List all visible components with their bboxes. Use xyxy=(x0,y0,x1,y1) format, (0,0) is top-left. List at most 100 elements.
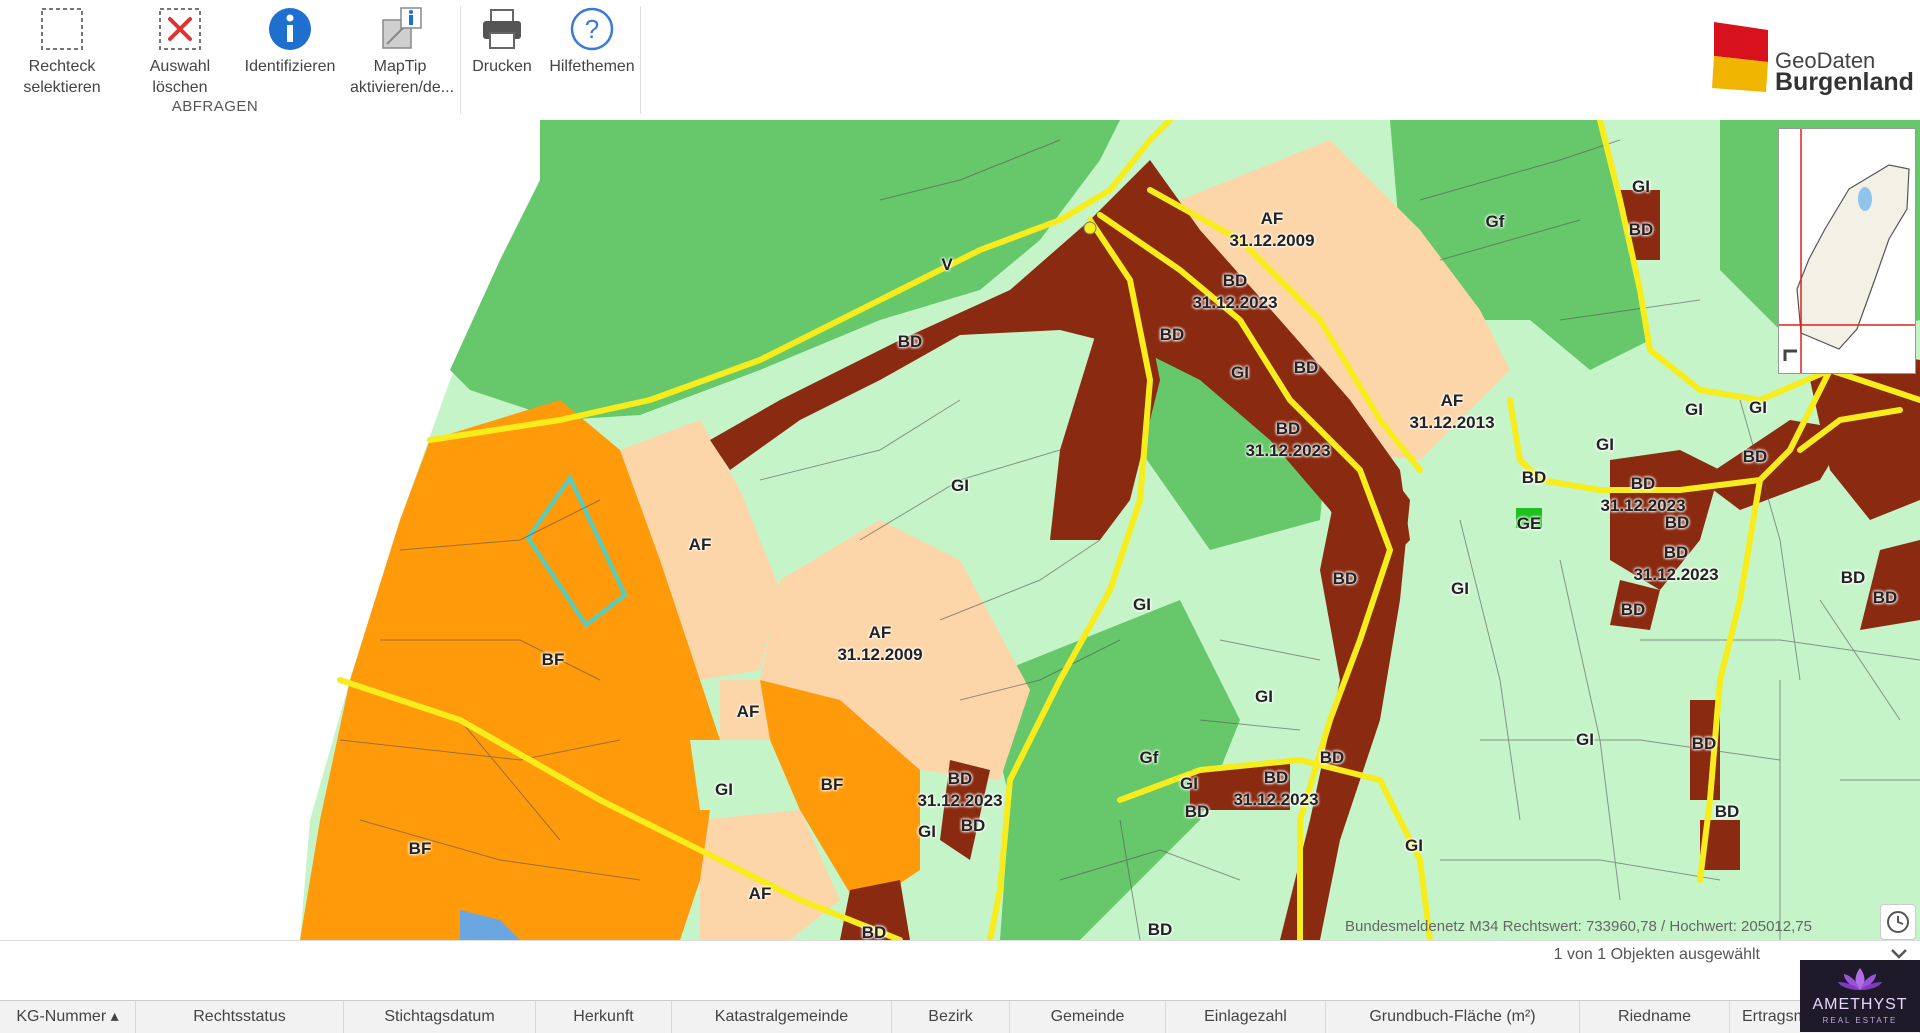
burgenland-outline-icon xyxy=(1779,129,1915,373)
zone-label: GE xyxy=(1516,514,1542,533)
ribbon-toolbar: Rechteck selektieren Auswahl löschen Ide… xyxy=(0,0,1920,121)
zone-label: BF xyxy=(408,839,432,858)
zone-label: BD 31.12.2023 xyxy=(1233,768,1319,809)
identify-info-icon xyxy=(269,8,311,50)
column-header-riedname[interactable]: Riedname xyxy=(1580,1001,1730,1033)
zone-label: AF 31.12.2009 xyxy=(837,623,923,664)
column-header-stichtagsdatum[interactable]: Stichtagsdatum xyxy=(344,1001,536,1033)
maptip-label: MapTip aktivieren/de... xyxy=(350,58,455,96)
zone-label: AF xyxy=(748,884,772,903)
overview-map[interactable] xyxy=(1778,128,1916,374)
zone-label: GI xyxy=(1576,730,1594,749)
zone-label: BD xyxy=(1159,325,1185,344)
geodaten-burgenland-logo: GeoDaten Burgenland xyxy=(1710,20,1914,100)
zone-label: GI xyxy=(1180,774,1198,793)
selection-status: 1 von 1 Objekten ausgewählt xyxy=(1553,946,1760,963)
zone-label: BD xyxy=(1184,802,1210,821)
maptip-icon xyxy=(382,7,422,49)
zone-label: AF 31.12.2013 xyxy=(1409,391,1495,432)
zone-label: BD xyxy=(1691,734,1717,753)
zone-label: BD xyxy=(897,332,923,351)
zone-label: GI xyxy=(1133,595,1151,614)
printer-icon xyxy=(483,9,521,49)
zone-label: BD xyxy=(960,816,986,835)
zone-label: V xyxy=(941,255,953,274)
zone-label: BD 31.12.2023 xyxy=(1245,419,1331,460)
zone-label: GI xyxy=(951,476,969,495)
amethyst-watermark: AMETHYST REAL ESTATE xyxy=(1800,960,1920,1032)
print-label: Drucken xyxy=(472,58,532,75)
zone-label: BD xyxy=(861,923,887,940)
zone-label: GI xyxy=(1255,687,1273,706)
column-header-einlagezahl[interactable]: Einlagezahl xyxy=(1166,1001,1326,1033)
zone-label: GI xyxy=(918,822,936,841)
select-rectangle-icon xyxy=(41,8,83,50)
zone-label: AF 31.12.2009 xyxy=(1229,209,1315,250)
zone-label: Gf xyxy=(1485,212,1505,231)
zone-label: GI xyxy=(1451,579,1469,598)
road-junction xyxy=(1083,221,1097,235)
coordinate-readout: Bundesmeldenetz M34 Rechtswert: 733960,7… xyxy=(1345,918,1812,935)
logo-text-burgenland: Burgenland xyxy=(1775,68,1914,96)
select-rectangle-label: Rechteck selektieren xyxy=(23,58,101,96)
zone-label: GI xyxy=(1231,363,1249,382)
zone-label: GI xyxy=(1749,398,1767,417)
select-rectangle-button[interactable]: Rechteck selektieren xyxy=(12,6,112,98)
zone-label: BD xyxy=(1714,802,1740,821)
zone-label: BD xyxy=(1319,748,1345,767)
zone-label: BD 31.12.2023 xyxy=(917,769,1003,810)
watermark-subtitle: REAL ESTATE xyxy=(1822,1016,1898,1025)
zone-label: BD xyxy=(1840,568,1866,587)
zone-label: GI xyxy=(715,780,733,799)
column-header-herkunft[interactable]: Herkunft xyxy=(536,1001,672,1033)
column-header-rechtsstatus[interactable]: Rechtsstatus xyxy=(136,1001,344,1033)
clear-selection-button[interactable]: Auswahl löschen xyxy=(130,6,230,98)
identify-label: Identifizieren xyxy=(244,58,336,75)
history-button[interactable] xyxy=(1880,904,1916,940)
zone-label: Gf xyxy=(1139,748,1159,767)
zone-label: BD 31.12.2023 xyxy=(1600,474,1686,515)
zone-label: BD xyxy=(1332,569,1358,588)
column-header-kg-nummer[interactable]: KG-Nummer ▴ xyxy=(0,1001,136,1033)
zone-label: BD xyxy=(1293,358,1319,377)
help-label: Hilfethemen xyxy=(549,58,635,75)
zone-label: BD xyxy=(1521,468,1547,487)
zone-label: BD xyxy=(1620,600,1646,619)
zone-label: BD 31.12.2023 xyxy=(1633,543,1719,584)
zone-label: BD xyxy=(1147,920,1173,939)
zone-label: GI xyxy=(1596,435,1614,454)
zone-label: BD xyxy=(1872,588,1898,607)
zone-label: BF xyxy=(541,650,565,669)
flag-logo-icon xyxy=(1712,22,1768,92)
clock-icon xyxy=(1887,911,1909,933)
ribbon-group-label: ABFRAGEN xyxy=(171,98,259,115)
print-button[interactable]: Drucken xyxy=(452,6,552,77)
zone-label: BD xyxy=(1628,220,1654,239)
column-header-gemeinde[interactable]: Gemeinde xyxy=(1010,1001,1166,1033)
watermark-name: AMETHYST xyxy=(1812,996,1908,1013)
help-button[interactable]: ? Hilfethemen xyxy=(542,6,642,77)
status-bar: 1 von 1 Objekten ausgewählt xyxy=(0,940,1920,969)
column-header-grundbuch-flaeche[interactable]: Grundbuch-Fläche (m²) xyxy=(1326,1001,1580,1033)
column-header-katastralgemeinde[interactable]: Katastralgemeinde xyxy=(672,1001,892,1033)
clear-selection-label: Auswahl löschen xyxy=(149,58,211,96)
map-canvas[interactable]: AF 31.12.2009 BD 31.12.2023 Gf GI BD V BD … xyxy=(0,120,1920,940)
identify-button[interactable]: Identifizieren xyxy=(240,6,340,77)
zone-label: AF xyxy=(688,535,712,554)
svg-text:?: ? xyxy=(585,14,599,44)
clear-selection-icon xyxy=(159,8,201,50)
zone-label: BF xyxy=(820,775,844,794)
lotus-logo-icon xyxy=(1838,968,1882,990)
ribbon-separator xyxy=(640,6,641,114)
column-header-bezirk[interactable]: Bezirk xyxy=(892,1001,1010,1033)
zone-label: GI xyxy=(1685,400,1703,419)
maptip-button[interactable]: MapTip aktivieren/de... xyxy=(350,6,455,98)
zone-label: GI xyxy=(1632,177,1650,196)
grid-spacer xyxy=(0,968,1920,1000)
zone-label: BD xyxy=(1664,513,1690,532)
zone-label: BD 31.12.2023 xyxy=(1192,271,1278,312)
zone-label: BD xyxy=(1742,447,1768,466)
zone-label: AF xyxy=(736,702,760,721)
zone-label: GI xyxy=(1405,836,1423,855)
help-icon: ? xyxy=(570,7,614,51)
